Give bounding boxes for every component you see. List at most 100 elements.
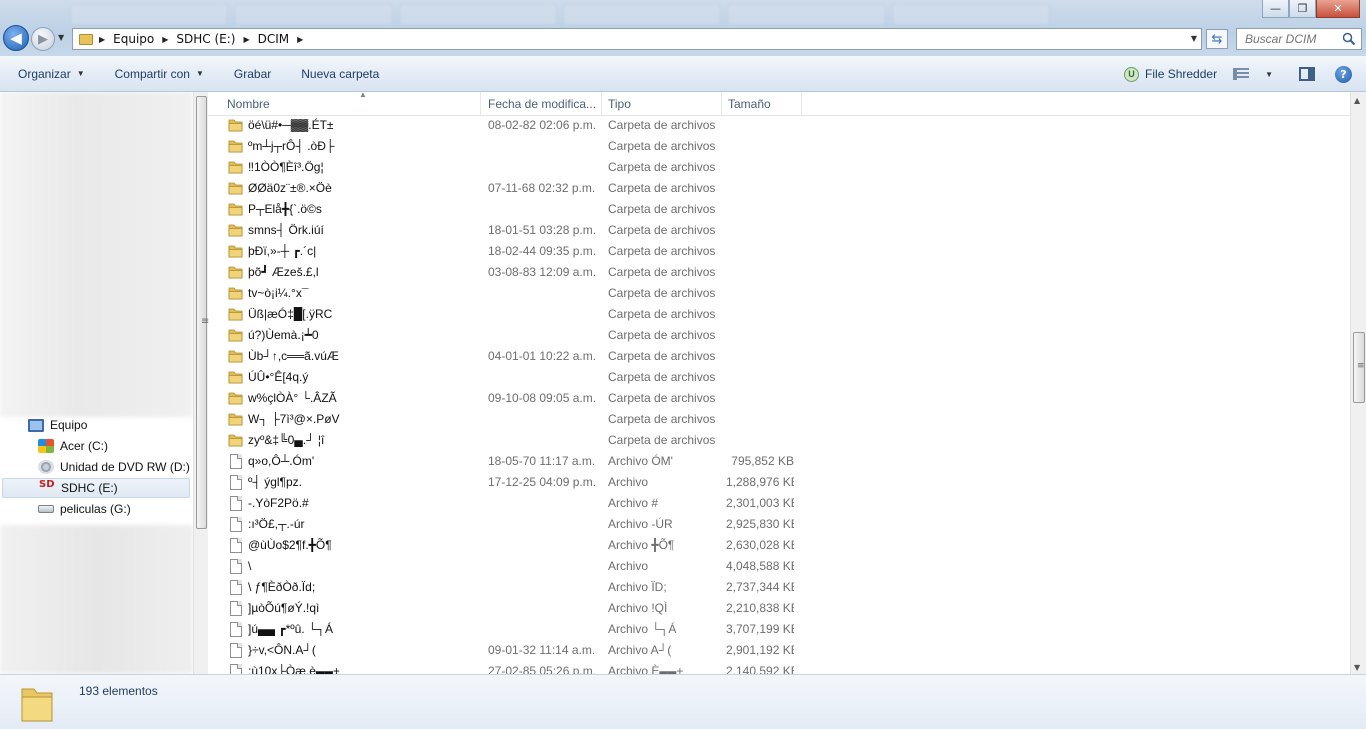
file-date: 03-08-83 12:09 a.m. bbox=[488, 265, 597, 279]
file-size: 2,301,003 KB bbox=[726, 496, 794, 510]
file-row[interactable]: :ù10x├Òæ.è▄▄+ 27-02-85 05:26 p.m. Archivo … bbox=[208, 662, 1350, 674]
scroll-down-icon[interactable]: ▼ bbox=[1354, 663, 1360, 672]
file-row[interactable]: :ı³Ö£,┬.-úr Archivo -ÚR 2,925,830 KB bbox=[208, 515, 1350, 536]
file-row[interactable]: º┤ ýgl¶pz. 17-12-25 04:09 p.m. Archivo 1,28… bbox=[208, 473, 1350, 494]
folder-row[interactable]: þõ┛ Æzeš.£,l 03-08-83 12:09 a.m. Carpeta d… bbox=[208, 263, 1350, 284]
folder-row[interactable]: tv~ò¡i¼.°x¯ Carpeta de archivos bbox=[208, 284, 1350, 305]
maximize-button[interactable]: ❐ bbox=[1289, 0, 1316, 18]
folder-row[interactable]: ‼1ÒÒ¶Èî³.Ög¦ Carpeta de archivos bbox=[208, 158, 1350, 179]
folder-row[interactable]: ÚÛ•°Ê[4q.ý Carpeta de archivos bbox=[208, 368, 1350, 389]
scroll-up-icon[interactable]: ▲ bbox=[1354, 96, 1360, 105]
chevron-right-icon[interactable]: ▶ bbox=[162, 35, 168, 44]
file-icon bbox=[230, 622, 242, 637]
file-name: ]ú▄▄ ┏*ºû. └┐Á bbox=[248, 622, 333, 636]
share-menu[interactable]: Compartir con ▼ bbox=[115, 67, 204, 81]
sidebar-item-peliculas-g[interactable]: peliculas (G:) bbox=[38, 499, 188, 519]
file-icon bbox=[230, 517, 242, 532]
minimize-button[interactable]: — bbox=[1262, 0, 1289, 18]
scrollbar-thumb[interactable]: ≡ bbox=[196, 96, 209, 529]
folder-row[interactable]: zyº&‡╚0▄.┘ ¦î Carpeta de archivos bbox=[208, 431, 1350, 452]
folder-row[interactable]: öé\ü#•─▓▓.ÉT± 08-02-82 02:06 p.m. Carpeta … bbox=[208, 116, 1350, 137]
folder-row[interactable]: ØØä0z¨±®.×Öè 07-11-68 02:32 p.m. Carpeta d… bbox=[208, 179, 1350, 200]
chevron-right-icon[interactable]: ▶ bbox=[297, 35, 303, 44]
breadcrumb-label[interactable]: SDHC (E:) bbox=[176, 32, 235, 46]
chevron-right-icon[interactable]: ▶ bbox=[99, 35, 105, 44]
file-row[interactable]: ]µòÕú¶øÝ.!qì Archivo !QÌ 2,210,838 KB bbox=[208, 599, 1350, 620]
chevron-down-icon: ▼ bbox=[1265, 69, 1273, 79]
burn-button[interactable]: Grabar bbox=[234, 67, 271, 81]
sidebar-item-sdhc-e[interactable]: SD SDHC (E:) bbox=[2, 478, 190, 498]
file-shredder-label[interactable]: File Shredder bbox=[1145, 67, 1217, 81]
folder-row[interactable]: ºm┴j┬rÔ┤ .òÐ├ Carpeta de archivos bbox=[208, 137, 1350, 158]
search-icon[interactable] bbox=[1342, 32, 1356, 46]
breadcrumb-sdhc[interactable]: ▶ SDHC (E:) bbox=[162, 32, 235, 46]
file-shredder-button[interactable]: U File Shredder bbox=[1124, 66, 1217, 82]
breadcrumb-label[interactable]: DCIM bbox=[258, 32, 290, 46]
folder-row[interactable]: P┬Elå╋{`.ö©s Carpeta de archivos bbox=[208, 200, 1350, 221]
search-box[interactable] bbox=[1236, 28, 1362, 50]
view-dropdown[interactable]: ▼ bbox=[1259, 70, 1273, 79]
search-input[interactable] bbox=[1245, 32, 1341, 46]
file-row[interactable]: \ ƒ¶ÈðÒð.Ïd; Archivo ÏD; 2,737,344 KB bbox=[208, 578, 1350, 599]
column-header-date[interactable]: Fecha de modifica... bbox=[482, 92, 602, 116]
help-icon[interactable]: ? bbox=[1335, 65, 1352, 83]
windows-drive-icon bbox=[38, 439, 54, 453]
organize-menu[interactable]: Organizar ▼ bbox=[18, 67, 85, 81]
address-dropdown-icon[interactable]: ▼ bbox=[1191, 34, 1197, 43]
sidebar-item-dvd-d[interactable]: Unidad de DVD RW (D:) bbox=[38, 457, 193, 477]
file-row[interactable]: ]ú▄▄ ┏*ºû. └┐Á Archivo └┐Á 3,707,199 KB bbox=[208, 620, 1350, 641]
file-row[interactable]: }÷v,<ÔN.A┘(09-01-32 11:14 a.m. Archivo A┘… bbox=[208, 641, 1350, 662]
new-folder-label[interactable]: Nueva carpeta bbox=[301, 67, 379, 81]
folder-icon bbox=[228, 329, 243, 342]
organize-label[interactable]: Organizar bbox=[18, 67, 71, 81]
folder-row[interactable]: smns┤ Örk.iúí 18-01-51 03:28 p.m. Carpeta … bbox=[208, 221, 1350, 242]
file-icon bbox=[230, 475, 242, 490]
navigation-pane-scrollbar[interactable]: ≡ bbox=[193, 92, 209, 674]
refresh-button[interactable]: ⇆ bbox=[1206, 29, 1228, 49]
breadcrumb-label[interactable]: Equipo bbox=[113, 32, 154, 46]
breadcrumb-dcim[interactable]: ▶ DCIM ▶ bbox=[243, 32, 311, 46]
folder-row[interactable]: þÐï,»-┼ ┏.´c| 18-02-44 09:35 p.m. Carpeta … bbox=[208, 242, 1350, 263]
chevron-right-icon[interactable]: ▶ bbox=[243, 35, 249, 44]
file-type: Archivo bbox=[608, 475, 649, 489]
column-header-name[interactable]: Nombre ▲ bbox=[221, 90, 481, 116]
back-button[interactable]: ◀ bbox=[3, 25, 29, 51]
close-button[interactable]: ✕ bbox=[1316, 0, 1360, 18]
folder-row[interactable]: w%çlÒÀ° └.ÂZÃ 09-10-08 09:05 a.m. Carpeta … bbox=[208, 389, 1350, 410]
view-options-icon[interactable] bbox=[1233, 68, 1250, 80]
file-row[interactable]: -.YòF2Pö.# Archivo # 2,301,003 KB bbox=[208, 494, 1350, 515]
file-icon bbox=[230, 580, 242, 595]
grip-icon: ≡ bbox=[1357, 361, 1365, 371]
folder-row[interactable]: W┐ ├7ì³@×.PøV Carpeta de archivos bbox=[208, 410, 1350, 431]
file-name: ºm┴j┬rÔ┤ .òÐ├ bbox=[248, 139, 335, 153]
file-name: tv~ò¡i¼.°x¯ bbox=[248, 286, 309, 300]
burn-label[interactable]: Grabar bbox=[234, 67, 271, 81]
file-name: \ ƒ¶ÈðÒð.Ïd; bbox=[248, 580, 316, 594]
file-name: -.YòF2Pö.# bbox=[248, 496, 309, 510]
address-bar[interactable]: ▶ Equipo ▶ SDHC (E:) ▶ DCIM ▶ ▼ bbox=[72, 28, 1202, 50]
column-header-size[interactable]: Tamaño bbox=[722, 92, 802, 116]
sidebar-item-label: peliculas (G:) bbox=[60, 502, 131, 516]
file-row[interactable]: @ùÙo$2¶f.╋Õ¶ Archivo ╋Õ¶ 2,630,028 KB bbox=[208, 536, 1350, 557]
forward-button[interactable]: ▶ bbox=[31, 27, 55, 51]
file-type: Carpeta de archivos bbox=[608, 307, 716, 321]
folder-row[interactable]: ú?)Ùemà.¡┷0 Carpeta de archivos bbox=[208, 326, 1350, 347]
file-type: Archivo A┘( bbox=[608, 643, 672, 657]
sidebar-item-acer-c[interactable]: Acer (C:) bbox=[38, 436, 188, 456]
breadcrumb-equipo[interactable]: ▶ Equipo bbox=[99, 32, 154, 46]
sd-card-icon: SD bbox=[39, 479, 55, 490]
file-row[interactable]: q»o,Ô┴.Óm' 18-05-70 11:17 a.m. Archivo ÓM'… bbox=[208, 452, 1350, 473]
arrow-left-icon: ◀ bbox=[10, 29, 22, 47]
file-list-scrollbar[interactable]: ▲ ≡ ▼ bbox=[1350, 92, 1366, 674]
folder-row[interactable]: Üß|æÓ‡█[.ÿRC Carpeta de archivos bbox=[208, 305, 1350, 326]
file-size: 4,048,588 KB bbox=[726, 559, 794, 573]
scrollbar-thumb[interactable]: ≡ bbox=[1353, 332, 1365, 403]
share-label[interactable]: Compartir con bbox=[115, 67, 190, 81]
new-folder-button[interactable]: Nueva carpeta bbox=[301, 67, 379, 81]
sidebar-item-equipo[interactable]: Equipo bbox=[28, 415, 188, 435]
column-header-type[interactable]: Tipo bbox=[602, 92, 722, 116]
history-dropdown-icon[interactable]: ▼ bbox=[58, 33, 64, 42]
preview-pane-icon[interactable] bbox=[1299, 67, 1315, 81]
folder-row[interactable]: Ùb┘↑,c══ã.vúÆ 04-01-01 10:22 a.m. Carpeta … bbox=[208, 347, 1350, 368]
file-row[interactable]: \ Archivo 4,048,588 KB bbox=[208, 557, 1350, 578]
